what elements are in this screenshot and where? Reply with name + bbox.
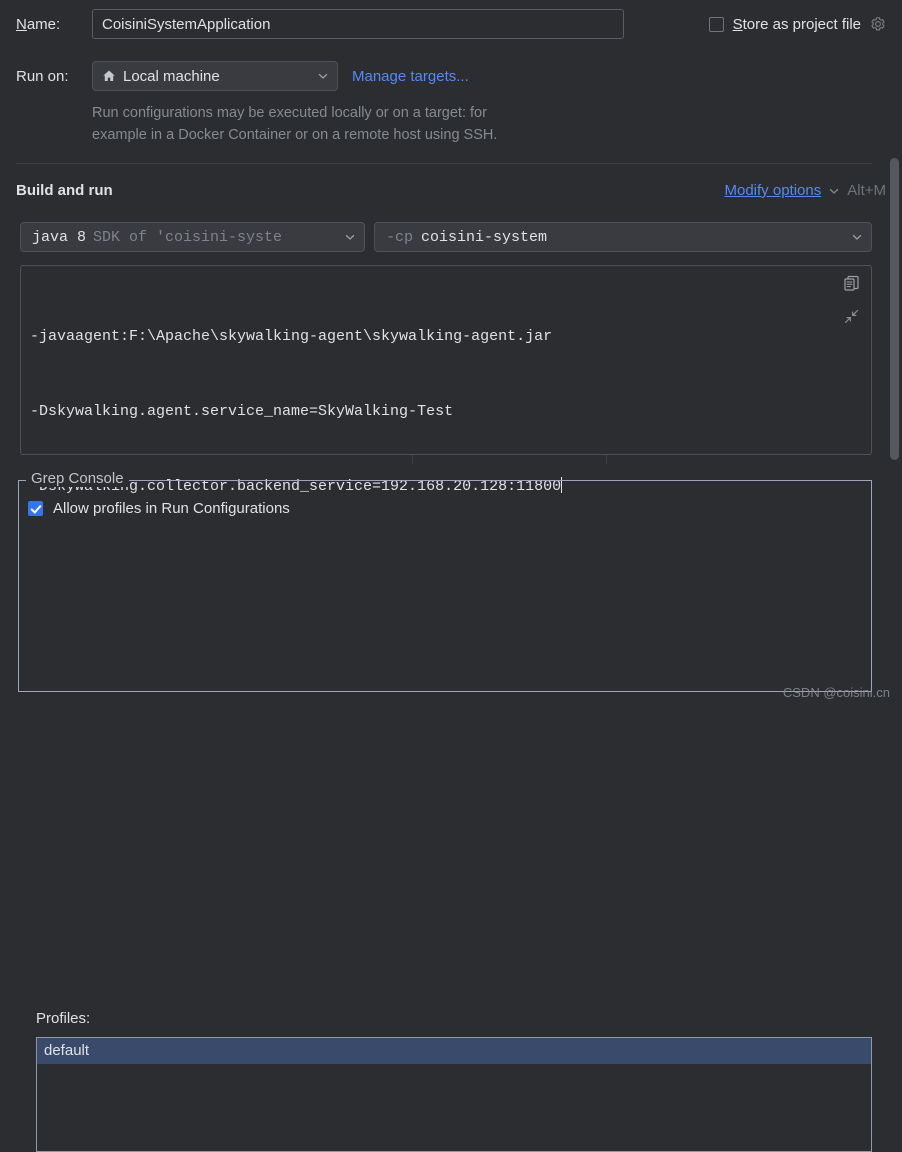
name-label-text: ame: bbox=[26, 15, 61, 33]
classpath-flag: -cp bbox=[386, 228, 414, 246]
chevron-down-icon[interactable] bbox=[851, 231, 863, 243]
run-on-row: Run on: Local machine Manage targets... bbox=[0, 58, 902, 94]
allow-profiles-row[interactable]: Allow profiles in Run Configurations bbox=[28, 500, 290, 517]
classpath-module-value: coisini-system bbox=[421, 228, 548, 246]
modify-options-group: Modify options Alt+M bbox=[725, 182, 887, 199]
modify-options-link[interactable]: Modify options bbox=[725, 182, 822, 199]
run-on-hint-line-2: example in a Docker Container or on a re… bbox=[92, 127, 498, 143]
run-on-combo[interactable]: Local machine bbox=[92, 61, 338, 91]
modify-options-mnemonic: M bbox=[724, 182, 738, 199]
manage-targets-link[interactable]: Manage targets... bbox=[352, 68, 469, 85]
name-input[interactable] bbox=[92, 9, 624, 39]
store-as-project-file-row[interactable]: Store as project file bbox=[708, 12, 886, 36]
list-item[interactable]: default bbox=[37, 1038, 871, 1064]
classpath-module-combo[interactable]: -cp coisini-system bbox=[374, 222, 872, 252]
run-on-value: Local machine bbox=[123, 67, 220, 85]
run-on-hint-line-1: Run configurations may be executed local… bbox=[92, 105, 487, 121]
run-on-hint: Run configurations may be executed local… bbox=[92, 102, 712, 146]
name-label: Name: bbox=[0, 16, 92, 33]
collapse-arrows-icon[interactable] bbox=[844, 309, 859, 324]
jre-sdk-description: SDK of 'coisini-syste bbox=[93, 228, 283, 246]
build-and-run-title: Build and run bbox=[16, 182, 113, 199]
chevron-down-icon[interactable] bbox=[344, 231, 356, 243]
vertical-scrollbar-thumb[interactable] bbox=[890, 158, 899, 460]
store-label-text: tore as project file bbox=[742, 15, 861, 33]
run-configuration-dialog: Name: Store as project file Run on: Loca… bbox=[0, 0, 902, 1152]
watermark: CSDN @coisini.cn bbox=[782, 685, 890, 700]
modify-options-text: odify options bbox=[737, 182, 822, 199]
store-as-project-file-checkbox[interactable] bbox=[708, 16, 724, 32]
store-label-mnemonic: S bbox=[732, 15, 743, 33]
allow-profiles-label: Allow profiles in Run Configurations bbox=[53, 500, 290, 517]
row-separator-tick bbox=[412, 455, 413, 464]
store-as-project-file-label: Store as project file bbox=[733, 16, 861, 33]
grep-console-legend: Grep Console bbox=[26, 470, 129, 487]
run-on-label: Run on: bbox=[16, 67, 69, 85]
allow-profiles-checkbox[interactable] bbox=[28, 501, 43, 516]
vm-options-textarea[interactable]: -javaagent:F:\Apache\skywalking-agent\sk… bbox=[20, 265, 872, 495]
profiles-list[interactable]: default bbox=[36, 1037, 872, 1152]
section-divider bbox=[16, 163, 872, 164]
home-icon bbox=[103, 70, 115, 81]
row-separator-tick bbox=[606, 455, 607, 464]
chevron-down-icon[interactable] bbox=[828, 185, 840, 197]
chevron-down-icon[interactable] bbox=[317, 70, 329, 82]
copy-icon[interactable] bbox=[843, 275, 860, 292]
vm-options-line: -Dskywalking.agent.service_name=SkyWalki… bbox=[30, 403, 454, 420]
modify-options-shortcut: Alt+M bbox=[847, 182, 886, 199]
jre-sdk-combo[interactable]: java 8 SDK of 'coisini-syste bbox=[20, 222, 365, 252]
gear-icon[interactable] bbox=[870, 16, 886, 32]
name-label-mnemonic: N bbox=[16, 15, 27, 33]
vm-options-line: -javaagent:F:\Apache\skywalking-agent\sk… bbox=[30, 328, 553, 345]
jre-sdk-value: java 8 bbox=[32, 228, 87, 246]
profiles-label: Profiles: bbox=[36, 1010, 91, 1027]
